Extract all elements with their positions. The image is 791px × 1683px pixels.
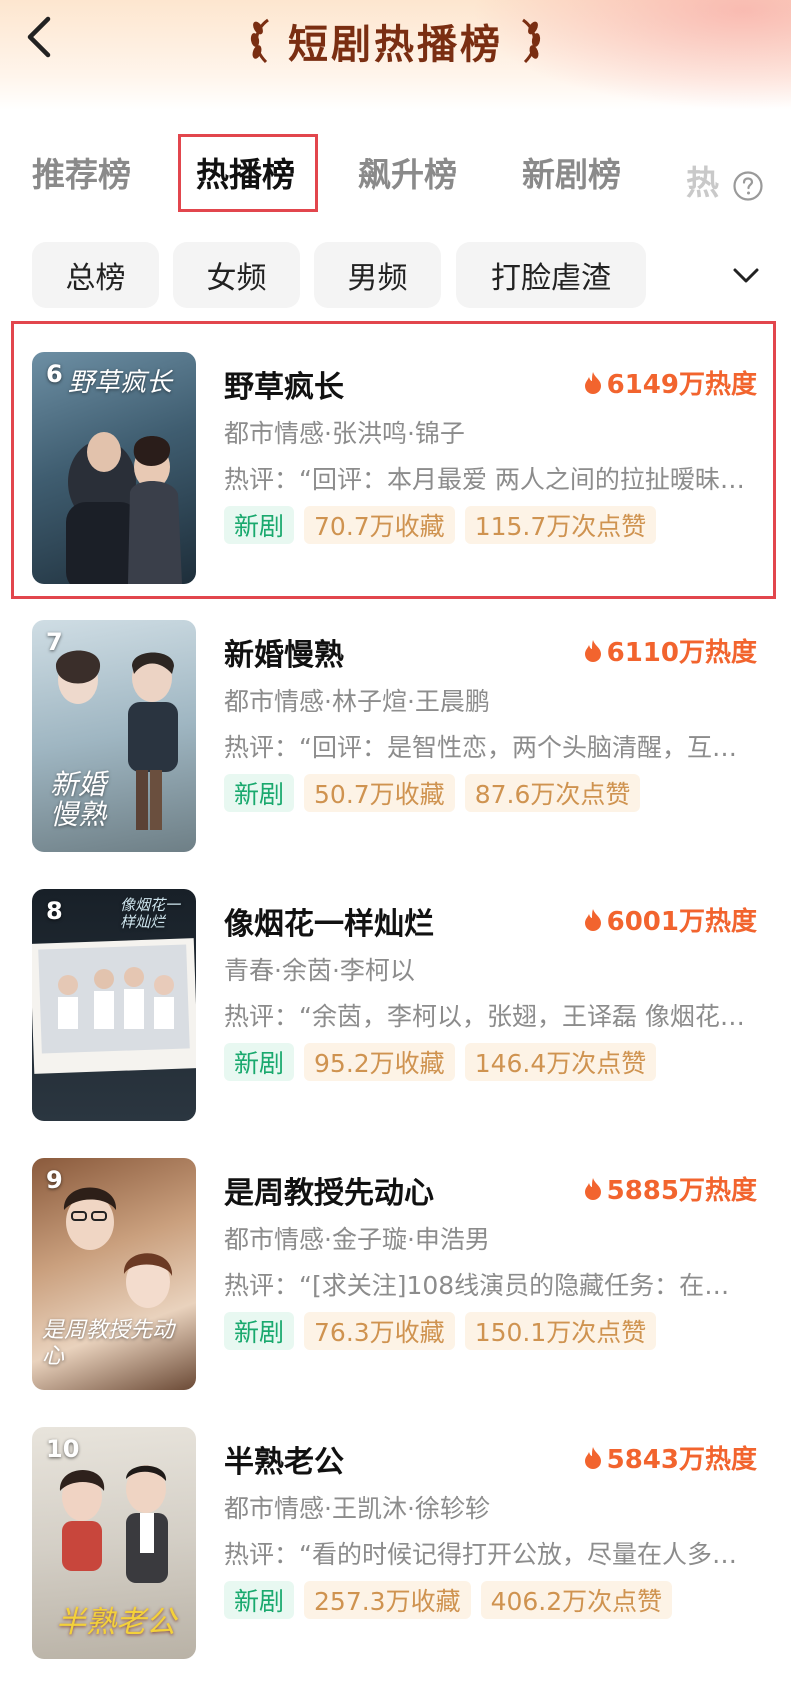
heat-value: 6110万热度 — [606, 638, 757, 668]
heat-score: 6149万热度 — [583, 364, 757, 401]
poster-title: 是周教授先动心 — [42, 1318, 175, 1369]
poster-image: 10 半熟老公 — [32, 1427, 196, 1659]
rank-number: 9 — [46, 1166, 63, 1194]
rank-number: 7 — [46, 628, 63, 656]
tag-likes: 146.4万次点赞 — [464, 1043, 657, 1081]
list-item[interactable]: 8 像烟花一样灿烂 像烟花一样灿烂 6001万热度 青春·余茵·李柯以 热评：“… — [0, 889, 791, 1121]
flame-icon — [584, 1177, 601, 1200]
heat-value: 6149万热度 — [606, 370, 757, 400]
poster-title: 野草疯长 — [68, 368, 173, 398]
drama-title[interactable]: 新婚慢熟 — [224, 630, 344, 674]
tab-recommend[interactable]: 推荐榜 — [32, 130, 131, 214]
rank-number: 8 — [46, 897, 63, 925]
drama-meta: 都市情感·金子璇·申浩男 — [224, 1225, 490, 1254]
tab-new[interactable]: 新剧榜 — [522, 130, 621, 214]
heat-value: 6001万热度 — [606, 907, 757, 937]
heat-value: 5843万热度 — [606, 1445, 757, 1475]
list-item[interactable]: 6 野草疯长 野草疯长 6149万热度 都市情感·张洪鸣·锦子 热评：“回评：本… — [0, 352, 791, 584]
chip-all[interactable]: 总榜 — [32, 242, 159, 308]
drama-title[interactable]: 像烟花一样灿烂 — [224, 899, 434, 943]
rank-number: 10 — [46, 1435, 80, 1463]
chip-female[interactable]: 女频 — [173, 242, 300, 308]
tag-row: 新剧 50.7万收藏 87.6万次点赞 — [224, 774, 641, 812]
poster-image: 8 像烟花一样灿烂 — [32, 889, 196, 1121]
poster-image: 6 野草疯长 — [32, 352, 196, 584]
tag-favorites: 95.2万收藏 — [304, 1043, 455, 1081]
tag-new: 新剧 — [224, 1581, 295, 1619]
title-area: 短剧热播榜 — [0, 6, 791, 76]
active-tab-highlight — [178, 134, 318, 212]
hot-review: 热评：“[求关注]108线演员的隐藏任务：在剧里找到真爱 — [224, 1271, 754, 1300]
chip-overflow-fade — [660, 242, 791, 308]
drama-title[interactable]: 半熟老公 — [224, 1437, 344, 1481]
drama-meta: 都市情感·林子煊·王晨鹏 — [224, 687, 490, 716]
poster-image: 9 是周教授先动心 — [32, 1158, 196, 1390]
hot-review: 热评：“回评：本月最爱 两人之间的拉扯暧昧感，看得人心动不已 — [224, 465, 754, 494]
tag-new: 新剧 — [224, 1312, 295, 1350]
poster-title: 半熟老公 — [56, 1605, 176, 1640]
hot-review: 热评：“回评：是智性恋，两个头脑清醒，互相成就的人 — [224, 733, 754, 762]
drama-title[interactable]: 是周教授先动心 — [224, 1168, 434, 1212]
heat-score: 5885万热度 — [583, 1170, 757, 1207]
tag-row: 新剧 95.2万收藏 146.4万次点赞 — [224, 1043, 657, 1081]
tab-overflow-label: 热 — [686, 163, 719, 202]
tag-new: 新剧 — [224, 1043, 295, 1081]
poster-title: 像烟花一样灿烂 — [120, 896, 181, 931]
flame-icon — [584, 371, 601, 394]
page-title: 短剧热播榜 — [288, 21, 503, 68]
heat-score: 6001万热度 — [583, 901, 757, 938]
tag-favorites: 50.7万收藏 — [304, 774, 455, 812]
poster-image: 7 新婚慢熟 — [32, 620, 196, 852]
list-item[interactable]: 7 新婚慢熟 新婚慢熟 6110万热度 都市情感·林子煊·王晨鹏 热评：“回评：… — [0, 620, 791, 852]
chip-revenge[interactable]: 打脸虐渣 — [456, 242, 646, 308]
tag-favorites: 257.3万收藏 — [304, 1581, 471, 1619]
tag-new: 新剧 — [224, 774, 295, 812]
ranking-tabs: 推荐榜 热播榜 飙升榜 新剧榜 — [0, 130, 791, 214]
chevron-down-icon[interactable] — [730, 260, 762, 292]
tag-favorites: 70.7万收藏 — [304, 506, 455, 544]
tag-row: 新剧 76.3万收藏 150.1万次点赞 — [224, 1312, 657, 1350]
laurel-right-icon — [522, 18, 541, 64]
tab-rising[interactable]: 飙升榜 — [358, 130, 457, 214]
chip-male[interactable]: 男频 — [314, 242, 441, 308]
drama-meta: 青春·余茵·李柯以 — [224, 956, 415, 985]
tag-likes: 406.2万次点赞 — [480, 1581, 673, 1619]
rank-number: 6 — [46, 360, 63, 388]
heat-score: 6110万热度 — [583, 632, 757, 669]
tag-likes: 150.1万次点赞 — [464, 1312, 657, 1350]
drama-meta: 都市情感·王凯沐·徐轸轸 — [224, 1494, 490, 1523]
tag-favorites: 76.3万收藏 — [304, 1312, 455, 1350]
heat-score: 5843万热度 — [583, 1439, 757, 1476]
flame-icon — [584, 1446, 601, 1469]
tag-likes: 115.7万次点赞 — [464, 506, 657, 544]
help-circle-icon[interactable] — [732, 170, 764, 202]
tag-likes: 87.6万次点赞 — [464, 774, 641, 812]
hot-review: 热评：“看的时候记得打开公放，尽量在人多的地方看 — [224, 1540, 754, 1569]
tag-row: 新剧 257.3万收藏 406.2万次点赞 — [224, 1581, 673, 1619]
flame-icon — [584, 639, 601, 662]
tag-new: 新剧 — [224, 506, 295, 544]
tag-row: 新剧 70.7万收藏 115.7万次点赞 — [224, 506, 657, 544]
heat-value: 5885万热度 — [606, 1176, 757, 1206]
flame-icon — [584, 908, 601, 931]
hot-review: 热评：“余茵，李柯以，张翅，王译磊 像烟花一样灿烂的青春 — [224, 1002, 754, 1031]
drama-title[interactable]: 野草疯长 — [224, 362, 344, 406]
list-item[interactable]: 10 半熟老公 半熟老公 5843万热度 都市情感·王凯沐·徐轸轸 热评：“看的… — [0, 1427, 791, 1659]
list-item[interactable]: 9 是周教授先动心 是周教授先动心 5885万热度 都市情感·金子璇·申浩男 热… — [0, 1158, 791, 1390]
drama-meta: 都市情感·张洪鸣·锦子 — [224, 419, 465, 448]
laurel-left-icon — [250, 18, 269, 64]
tab-overflow[interactable]: 热 — [682, 140, 730, 210]
poster-title: 新婚慢熟 — [50, 768, 107, 831]
